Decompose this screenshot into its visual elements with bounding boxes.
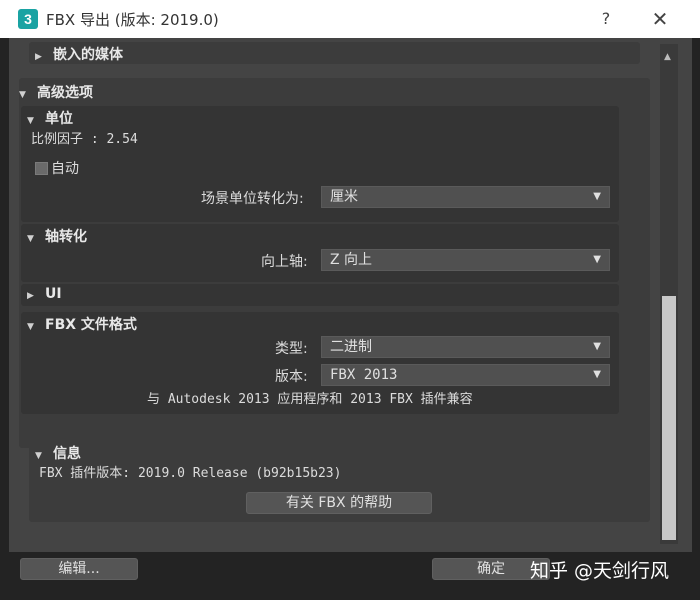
3dsmax-app-icon: 3: [18, 9, 38, 29]
collapsed-arrow-icon: ▶: [35, 52, 42, 62]
section-info: ▼ 信息 FBX 插件版本: 2019.0 Release (b92b15b23)…: [29, 440, 650, 522]
expanded-arrow-icon: ▼: [35, 451, 42, 461]
scale-factor-text: 比例因子 : 2.54: [31, 132, 138, 147]
collapsed-arrow-icon: ▶: [27, 291, 34, 301]
subsection-fbx-file-format: ▼ FBX 文件格式 类型: 二进制 ▼ 版本: FBX 2013 ▼ 与 Aut…: [21, 312, 619, 414]
section-label: 信息: [53, 446, 81, 462]
title-bar: 3 FBX 导出 (版本: 2019.0) ? ✕: [0, 0, 700, 38]
vertical-scrollbar[interactable]: ▲: [660, 44, 678, 544]
subsection-header-units[interactable]: ▼ 单位: [27, 108, 73, 128]
section-label: 单位: [45, 111, 73, 127]
section-embedded-media[interactable]: ▶ 嵌入的媒体: [29, 42, 640, 64]
subsection-ui[interactable]: ▶ UI: [21, 284, 619, 306]
scrollbar-thumb[interactable]: [662, 296, 676, 540]
auto-checkbox[interactable]: [35, 162, 48, 175]
up-axis-label: 向上轴:: [261, 254, 308, 270]
section-label: 嵌入的媒体: [53, 47, 123, 63]
subsection-header-axis[interactable]: ▼ 轴转化: [27, 226, 87, 246]
window-title: FBX 导出 (版本: 2019.0): [46, 11, 219, 29]
options-scroll-area: ▶ 嵌入的媒体 ▼ 高级选项 ▼ 单位 比例因子 : 2.54 自动 场景单位转化为:…: [19, 40, 655, 550]
type-label: 类型:: [275, 341, 308, 357]
subsection-units: ▼ 单位 比例因子 : 2.54 自动 场景单位转化为: 厘米 ▼: [21, 106, 619, 222]
expanded-arrow-icon: ▼: [27, 322, 34, 332]
dropdown-value: Z 向上: [330, 252, 373, 268]
help-button[interactable]: ?: [596, 7, 616, 31]
section-header-info[interactable]: ▼ 信息: [35, 443, 81, 463]
section-advanced-options: ▼ 高级选项 ▼ 单位 比例因子 : 2.54 自动 场景单位转化为: 厘米 ▼ ▼…: [19, 78, 650, 448]
section-label: UI: [45, 286, 62, 302]
version-label: 版本:: [275, 369, 308, 385]
section-label: 高级选项: [37, 85, 93, 101]
section-label: FBX 文件格式: [45, 317, 137, 333]
dropdown-value: 厘米: [330, 189, 358, 205]
scroll-up-arrow-icon[interactable]: ▲: [664, 52, 671, 62]
convert-units-label: 场景单位转化为:: [201, 191, 304, 207]
auto-label: 自动: [51, 161, 79, 177]
dropdown-arrow-icon: ▼: [593, 369, 601, 380]
version-dropdown[interactable]: FBX 2013 ▼: [321, 364, 610, 386]
expanded-arrow-icon: ▼: [27, 234, 34, 244]
watermark-text: 知乎 @天剑行风: [530, 560, 670, 582]
expanded-arrow-icon: ▼: [19, 90, 26, 100]
edit-button[interactable]: 编辑...: [20, 558, 138, 580]
expanded-arrow-icon: ▼: [27, 116, 34, 126]
plugin-version-text: FBX 插件版本: 2019.0 Release (b92b15b23): [39, 466, 342, 481]
section-label: 轴转化: [45, 229, 87, 245]
subsection-header-fbx-format[interactable]: ▼ FBX 文件格式: [27, 314, 137, 334]
convert-units-dropdown[interactable]: 厘米 ▼: [321, 186, 610, 208]
dropdown-value: FBX 2013: [330, 367, 398, 383]
subsection-axis-conversion: ▼ 轴转化 向上轴: Z 向上 ▼: [21, 224, 619, 282]
section-header-advanced[interactable]: ▼ 高级选项: [19, 82, 93, 102]
dropdown-arrow-icon: ▼: [593, 254, 601, 265]
close-button[interactable]: ✕: [646, 7, 674, 31]
type-dropdown[interactable]: 二进制 ▼: [321, 336, 610, 358]
dropdown-value: 二进制: [330, 339, 372, 355]
dropdown-arrow-icon: ▼: [593, 341, 601, 352]
compatibility-text: 与 Autodesk 2013 应用程序和 2013 FBX 插件兼容: [147, 392, 473, 407]
up-axis-dropdown[interactable]: Z 向上 ▼: [321, 249, 610, 271]
dropdown-arrow-icon: ▼: [593, 191, 601, 202]
fbx-help-button[interactable]: 有关 FBX 的帮助: [246, 492, 432, 514]
